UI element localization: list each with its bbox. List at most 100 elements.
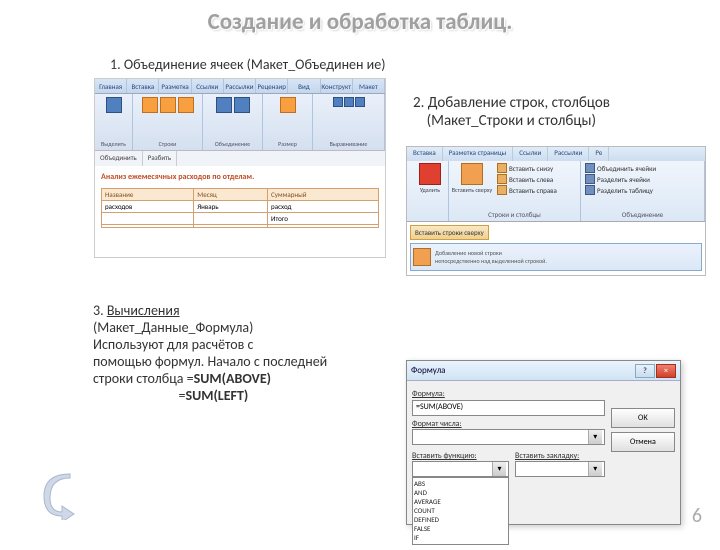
list-item[interactable]: INT [414, 542, 507, 545]
merge-cells-button[interactable]: Объединить ячейки [583, 163, 702, 173]
align-icon[interactable] [333, 97, 343, 107]
td: Январь [194, 201, 268, 213]
split-cells-button[interactable]: Разделить ячейки [583, 174, 702, 184]
section1-text: Объединение ячеек (Макет_Объединен ие) [124, 56, 386, 73]
func-list[interactable]: ABS AND AVERAGE COUNT DEFINED FALSE IF I… [412, 477, 509, 545]
group-merge: Объединить ячейки Разделить ячейки Разде… [581, 161, 705, 221]
group-label: Строки [159, 140, 177, 148]
rows-icon[interactable] [160, 97, 176, 113]
tab[interactable]: Рассылки [224, 79, 256, 93]
btn-label: Объединить ячейки [597, 164, 656, 173]
section3-number: 3. [93, 302, 104, 319]
tab[interactable]: Рецензир [256, 79, 288, 93]
tab[interactable]: Конструкт [321, 79, 353, 93]
help-button[interactable]: ? [635, 364, 655, 378]
section1-number: 1. [110, 56, 121, 73]
func-select[interactable]: ▾ [412, 461, 509, 477]
tab[interactable]: Вставка [407, 147, 443, 161]
sample-table: НазваниеМесяцСуммарный расходовЯнварьрас… [101, 188, 379, 228]
tab[interactable]: Главная [95, 79, 127, 93]
tab[interactable]: Ре [589, 147, 609, 161]
section3-heading: Вычисления [107, 302, 180, 319]
list-item[interactable]: FALSE [414, 524, 507, 533]
context-split[interactable]: Разбить [143, 151, 177, 166]
close-button[interactable]: × [656, 364, 676, 378]
tab[interactable]: Ссылки [192, 79, 224, 93]
context-merge[interactable]: Объединить [95, 151, 143, 166]
tab[interactable]: Разметка страницы [443, 147, 514, 161]
bookmark-select[interactable]: ▾ [515, 461, 605, 477]
tab[interactable]: Рассылки [548, 147, 589, 161]
size-icon[interactable] [280, 97, 296, 113]
func-label: Вставить функцию: [412, 451, 509, 461]
ribbon2-tabs: Вставка Разметка страницы Ссылки Рассылк… [407, 147, 705, 161]
tab[interactable]: Вид [288, 79, 320, 93]
tooltip-line1: Добавление новой строки [435, 249, 502, 257]
format-select[interactable]: ▾ [412, 429, 605, 445]
insert-top-button[interactable]: Вставить сверху [451, 163, 493, 195]
insert-top-icon [461, 163, 483, 185]
insert-left-button[interactable]: Вставить слева [495, 174, 559, 184]
td [268, 225, 379, 228]
rows-icon[interactable] [178, 97, 194, 113]
group-label: Строки и столбцы [451, 210, 578, 219]
merge-icon[interactable] [216, 97, 232, 113]
ribbon-merge-screenshot: Главная Вставка Разметка Ссылки Рассылки… [94, 78, 386, 258]
list-item[interactable]: AVERAGE [414, 497, 507, 506]
btn-label: Удалить [420, 186, 440, 194]
group-size: Размер [263, 94, 313, 150]
dialog-titlebar[interactable]: Формула ? × [407, 361, 680, 381]
split-icon[interactable] [234, 97, 250, 113]
section2-line1: Добавление строк, столбцов [428, 94, 610, 112]
tab[interactable]: Разметка [159, 79, 191, 93]
section3-line4: строки столбца = [93, 370, 194, 387]
group-select: Выделить [95, 94, 133, 150]
formula-input[interactable]: =SUM(ABOVE) [412, 400, 605, 416]
ribbon1-tabs: Главная Вставка Разметка Ссылки Рассылки… [95, 79, 385, 94]
formula-above: SUM(ABOVE) [194, 370, 271, 387]
tab[interactable]: Ссылки [513, 147, 548, 161]
align-icon[interactable] [355, 97, 365, 107]
align-icon[interactable] [344, 97, 354, 107]
dialog-title: Формула [411, 365, 445, 376]
merge-icon [585, 163, 595, 173]
list-item[interactable]: AND [414, 488, 507, 497]
ribbon1-tools: Выделить Строки Объединение Размер Вырав… [95, 94, 385, 150]
tab[interactable]: Вставка [127, 79, 159, 93]
insert-right-button[interactable]: Вставить справа [495, 185, 559, 195]
chevron-down-icon[interactable]: ▾ [588, 462, 602, 476]
btn-label: Вставить слева [509, 175, 553, 184]
group-delete: Удалить [407, 161, 449, 221]
page-number: 6 [692, 504, 702, 528]
ok-button[interactable]: ОК [611, 408, 675, 428]
section3: 3. Вычисления (Макет_Данные_Формула) Исп… [93, 302, 393, 404]
split-table-button[interactable]: Разделить таблицу [583, 185, 702, 195]
cancel-button[interactable]: Отмена [611, 432, 675, 452]
rows-icon[interactable] [142, 97, 158, 113]
delete-button[interactable]: Удалить [409, 163, 451, 194]
group-rows-cols: Вставить сверху Вставить снизу Вставить … [449, 161, 581, 221]
row-icon [497, 185, 507, 195]
td [194, 225, 268, 228]
row-icon [497, 163, 507, 173]
doc-title: Анализ ежемесячных расходов по отделам. [101, 172, 379, 182]
formula-label: Формула: [412, 389, 605, 399]
btn-label: Разделить ячейки [597, 175, 650, 184]
tab[interactable]: Макет [353, 79, 385, 93]
section2-line2: (Макет_Строки и столбцы) [427, 112, 597, 130]
ribbon2-tools: Удалить Вставить сверху Вставить снизу В… [407, 161, 705, 221]
group-label: Выравнивание [330, 140, 368, 148]
list-item[interactable]: COUNT [414, 506, 507, 515]
select-icon[interactable] [106, 97, 122, 113]
list-item[interactable]: ABS [414, 479, 507, 488]
td: расход [268, 201, 379, 213]
section2-number: 2. [413, 94, 424, 112]
split-table-icon [585, 185, 595, 195]
insert-below-button[interactable]: Вставить снизу [495, 163, 559, 173]
context-menu: Объединить Разбить [95, 150, 385, 166]
list-item[interactable]: IF [414, 533, 507, 542]
chevron-down-icon[interactable]: ▾ [492, 462, 506, 476]
list-item[interactable]: DEFINED [414, 515, 507, 524]
chevron-down-icon[interactable]: ▾ [588, 430, 602, 444]
td [102, 225, 194, 228]
